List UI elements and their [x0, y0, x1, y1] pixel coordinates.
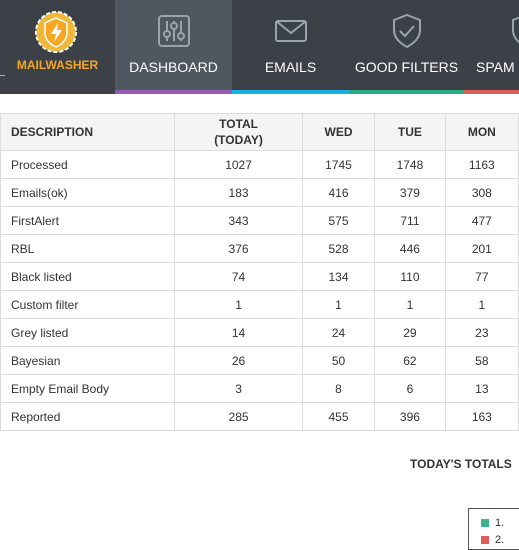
cell-mon: 477: [444, 206, 519, 235]
tab-emails-indicator: [232, 90, 349, 94]
cell-total: 26: [174, 346, 303, 375]
row-description: Black listed: [0, 262, 176, 291]
tab-spam-filters-indicator: [464, 90, 519, 94]
table-row: FirstAlert 343 575 711 477: [0, 206, 519, 235]
tab-dashboard-indicator: [115, 90, 232, 94]
row-description: RBL: [0, 234, 176, 263]
cell-mon: 308: [444, 178, 519, 207]
cell-tue: 1: [374, 290, 446, 319]
cell-mon: 1: [444, 290, 519, 319]
chart-legend: 1. 2.: [468, 508, 519, 550]
row-description: Empty Email Body: [0, 374, 176, 403]
tab-spam-filters-label: SPAM F: [476, 59, 519, 75]
legend-swatch-1: [481, 519, 489, 527]
cell-mon: 13: [444, 374, 519, 403]
cell-tue: 6: [374, 374, 446, 403]
sliders-icon: [157, 15, 190, 47]
tab-good-filters-indicator: [349, 90, 464, 94]
legend-label-2: 2.: [495, 534, 505, 546]
shield-logo-icon: [35, 11, 77, 53]
cell-total: 1: [174, 290, 303, 319]
row-description: Reported: [0, 402, 176, 431]
cell-wed: 8: [301, 374, 376, 403]
cell-total: 1027: [174, 150, 303, 179]
cell-wed: 575: [301, 206, 376, 235]
row-description: Custom filter: [0, 290, 176, 319]
cell-wed: 416: [301, 178, 376, 207]
cell-wed: 134: [301, 262, 376, 291]
cell-tue: 711: [374, 206, 446, 235]
tab-emails[interactable]: EMAILS: [232, 0, 349, 94]
cell-total: 14: [174, 318, 303, 347]
legend-swatch-2: [481, 536, 489, 544]
brand-underline: [0, 75, 5, 76]
cell-tue: 110: [374, 262, 446, 291]
tab-spam-filters[interactable]: SPAM F: [464, 0, 519, 94]
legend-label-1: 1.: [495, 517, 505, 529]
todays-totals-title: TODAY'S TOTALS: [410, 457, 512, 471]
cell-tue: 62: [374, 346, 446, 375]
tab-good-filters-label: GOOD FILTERS: [354, 59, 459, 75]
table-row: Custom filter 1 1 1 1: [0, 290, 519, 319]
cell-total: 285: [174, 402, 303, 431]
column-header-description: DESCRIPTION: [0, 113, 176, 151]
cell-mon: 58: [444, 346, 519, 375]
table-row: Bayesian 26 50 62 58: [0, 346, 519, 375]
envelope-icon: [274, 20, 307, 42]
column-header-mon: MON: [444, 113, 519, 151]
table-row: Grey listed 14 24 29 23: [0, 318, 519, 347]
shield-check-icon: [392, 13, 421, 49]
table-row: Emails(ok) 183 416 379 308: [0, 178, 519, 207]
table-row: Reported 285 455 396 163: [0, 402, 519, 431]
cell-tue: 1748: [374, 150, 446, 179]
cell-total: 343: [174, 206, 303, 235]
cell-wed: 1745: [301, 150, 376, 179]
tab-emails-label: EMAILS: [264, 59, 317, 75]
cell-tue: 379: [374, 178, 446, 207]
cell-mon: 201: [444, 234, 519, 263]
cell-wed: 1: [301, 290, 376, 319]
row-description: Bayesian: [0, 346, 176, 375]
row-description: FirstAlert: [0, 206, 176, 235]
cell-mon: 1163: [444, 150, 519, 179]
table-row: Empty Email Body 3 8 6 13: [0, 374, 519, 403]
column-header-total-today: TOTAL (TODAY): [174, 113, 303, 151]
tab-dashboard-label: DASHBOARD: [129, 59, 218, 75]
cell-total: 183: [174, 178, 303, 207]
cell-wed: 50: [301, 346, 376, 375]
table-row: Black listed 74 134 110 77: [0, 262, 519, 291]
logo[interactable]: MAILWASHER: [0, 0, 115, 94]
column-header-wed: WED: [301, 113, 376, 151]
cell-tue: 29: [374, 318, 446, 347]
table-row: Processed 1027 1745 1748 1163: [0, 150, 519, 179]
shield-icon: [512, 16, 519, 44]
cell-mon: 23: [444, 318, 519, 347]
cell-wed: 24: [301, 318, 376, 347]
cell-mon: 77: [444, 262, 519, 291]
row-description: Emails(ok): [0, 178, 176, 207]
row-description: Grey listed: [0, 318, 176, 347]
cell-total: 74: [174, 262, 303, 291]
column-header-tue: TUE: [374, 113, 446, 151]
table-header-row: DESCRIPTION TOTAL (TODAY) WED TUE MON: [0, 113, 519, 151]
cell-mon: 163: [444, 402, 519, 431]
cell-tue: 446: [374, 234, 446, 263]
cell-wed: 455: [301, 402, 376, 431]
tab-good-filters[interactable]: GOOD FILTERS: [349, 0, 464, 94]
cell-total: 3: [174, 374, 303, 403]
row-description: Processed: [0, 150, 176, 179]
table-row: RBL 376 528 446 201: [0, 234, 519, 263]
stats-table-container: DESCRIPTION TOTAL (TODAY) WED TUE MON Pr…: [0, 113, 519, 431]
tab-dashboard[interactable]: DASHBOARD: [115, 0, 232, 94]
top-navigation: MAILWASHER DASHBOARD EMAILS GOOD FILTERS…: [0, 0, 519, 94]
stats-table: DESCRIPTION TOTAL (TODAY) WED TUE MON Pr…: [0, 113, 519, 431]
brand-name: MAILWASHER: [16, 58, 99, 72]
cell-wed: 528: [301, 234, 376, 263]
cell-tue: 396: [374, 402, 446, 431]
cell-total: 376: [174, 234, 303, 263]
